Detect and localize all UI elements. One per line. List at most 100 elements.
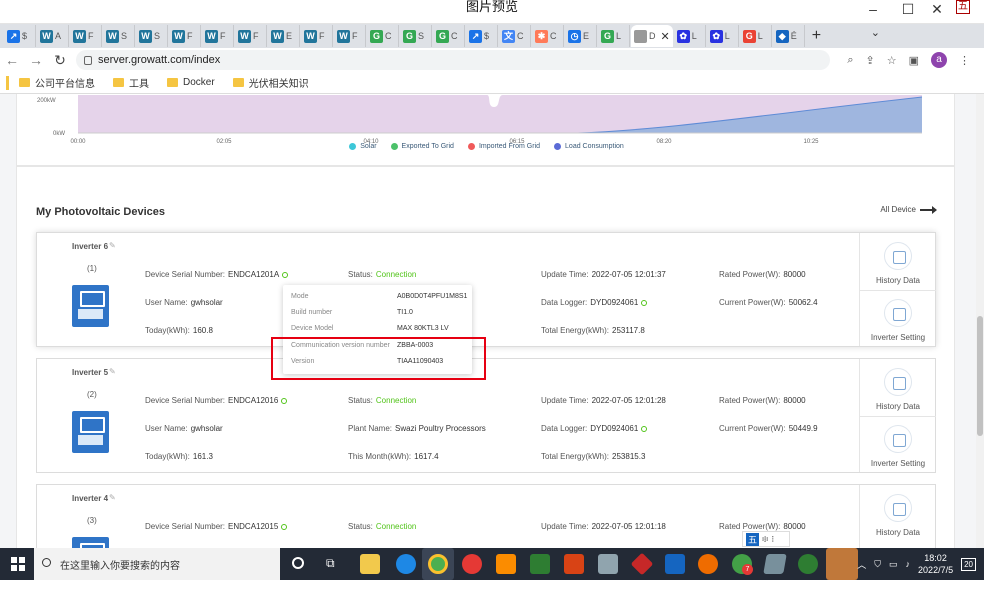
tab-5[interactable]: WF	[169, 25, 201, 47]
bookmark-docker[interactable]: Docker	[167, 77, 215, 88]
close-window-button[interactable]: ✕	[922, 0, 952, 18]
app-bird-icon[interactable]	[698, 554, 718, 574]
action-center-icon[interactable]: 20	[961, 557, 976, 571]
word-icon[interactable]	[665, 554, 685, 574]
bookmark-pv-knowledge[interactable]: 光伏相关知识	[232, 75, 309, 90]
tab-1[interactable]: WA	[37, 25, 69, 47]
wechat-icon[interactable]	[798, 554, 818, 574]
info-icon[interactable]	[281, 397, 288, 404]
security-icon[interactable]: ⛉	[874, 559, 881, 570]
inverter-actions: History Data Inverter Setting	[859, 359, 936, 472]
file-explorer-icon[interactable]	[360, 554, 380, 574]
back-button[interactable]: ←	[0, 52, 24, 68]
url-field[interactable]: server.growatt.com/index	[76, 50, 830, 70]
inverter-card[interactable]: Inverter 5 ✎ (2) Device Serial Number: ENDCA…	[36, 358, 936, 473]
clock[interactable]: 18:02 2022/7/5	[918, 552, 953, 576]
forward-button[interactable]: →	[24, 52, 48, 68]
app-book-icon[interactable]	[763, 554, 787, 574]
page-scrollbar[interactable]	[976, 94, 984, 548]
tab-2[interactable]: WF	[70, 25, 102, 47]
tab-3[interactable]: WS	[103, 25, 135, 47]
network-icon[interactable]: ▭	[889, 559, 898, 570]
reload-button[interactable]: ↻	[48, 52, 72, 69]
ime-indicator[interactable]: 五	[956, 0, 970, 14]
tab-4[interactable]: WS	[136, 25, 168, 47]
inverter-card[interactable]: Inverter 6 ✎ (1) Device Serial Number: ENDCA…	[36, 232, 936, 347]
edge-icon[interactable]	[396, 554, 416, 574]
active-app-slot[interactable]	[826, 548, 858, 580]
edit-icon[interactable]: ✎	[109, 367, 116, 376]
tab-8[interactable]: WE	[268, 25, 300, 47]
tab-0[interactable]: ↗ $	[4, 25, 36, 47]
info-icon[interactable]	[281, 523, 288, 530]
legend-item[interactable]: Imported From Grid	[467, 143, 540, 150]
tab-19[interactable]: D ✕	[631, 25, 673, 47]
inverter-card[interactable]: Inverter 4 ✎ (3) Device Serial Number: ENDCA…	[36, 484, 936, 548]
tab-17[interactable]: ◷ E	[565, 25, 597, 47]
tab-10[interactable]: WF	[334, 25, 366, 47]
edit-icon[interactable]: ✎	[109, 241, 116, 250]
share-icon[interactable]: ⇪	[866, 54, 875, 67]
chevron-up-icon[interactable]: ︿	[857, 558, 866, 571]
info-icon[interactable]	[641, 425, 648, 432]
inverter-name[interactable]: Inverter 5	[72, 368, 108, 377]
inverter-name[interactable]: Inverter 6	[72, 242, 108, 251]
cortana-icon[interactable]	[292, 557, 304, 569]
info-icon[interactable]	[641, 299, 648, 306]
ime-toolbar[interactable]: 五 ፨ ⁝	[742, 531, 790, 547]
calculator-icon[interactable]	[598, 554, 618, 574]
star-icon[interactable]: ☆	[887, 54, 897, 67]
tab-21[interactable]: ✿ L	[707, 25, 739, 47]
bookmark-tools[interactable]: 工具	[113, 75, 149, 90]
legend-item[interactable]: Exported To Grid	[390, 143, 454, 150]
windows-start-icon[interactable]	[11, 557, 25, 571]
history-data-button[interactable]: History Data	[860, 368, 936, 411]
inverter-setting-button[interactable]: Inverter Setting	[860, 299, 936, 342]
powerpoint-icon[interactable]	[564, 554, 584, 574]
app-red-icon[interactable]	[462, 554, 482, 574]
all-device-link[interactable]: All Device	[880, 205, 937, 214]
history-data-button[interactable]: History Data	[860, 242, 936, 285]
history-data-button[interactable]: History Data	[860, 494, 936, 537]
sidepanel-icon[interactable]: ▣	[909, 54, 919, 67]
tab-14[interactable]: ↗ $	[466, 25, 498, 47]
taskbar-search[interactable]: 在这里输入你要搜索的内容	[34, 548, 280, 580]
tab-16[interactable]: ✱ C	[532, 25, 564, 47]
info-icon[interactable]	[282, 271, 289, 278]
today-energy-label: Today(kWh):	[145, 452, 190, 461]
app-orange-icon[interactable]	[496, 554, 516, 574]
legend-item[interactable]: Solar	[349, 143, 377, 150]
tooltip-key: Device Model	[291, 325, 334, 332]
bookmark-company[interactable]: 公司平台信息	[19, 75, 95, 90]
tab-search-chevron-icon[interactable]: ⌄	[871, 26, 880, 39]
tab-18[interactable]: GL	[598, 25, 630, 47]
tab-7[interactable]: WF	[235, 25, 267, 47]
app-diamond-icon[interactable]	[630, 552, 654, 576]
tab-9[interactable]: WF	[301, 25, 333, 47]
excel-icon[interactable]	[530, 554, 550, 574]
maximize-button[interactable]: ☐	[893, 0, 923, 18]
inverter-setting-button[interactable]: Inverter Setting	[860, 425, 936, 468]
edit-icon[interactable]: ✎	[109, 493, 116, 502]
close-tab-icon[interactable]: ✕	[661, 30, 670, 43]
tab-12[interactable]: GS	[400, 25, 432, 47]
minimize-button[interactable]: –	[858, 0, 888, 18]
inverter-name[interactable]: Inverter 4	[72, 494, 108, 503]
volume-icon[interactable]: ♪	[906, 559, 911, 569]
tab-23[interactable]: ◆ É	[773, 25, 805, 47]
legend-item[interactable]: Load Consumption	[554, 143, 624, 150]
tab-15[interactable]: 文C	[499, 25, 531, 47]
legend-dot	[390, 143, 398, 150]
zoom-icon[interactable]: ⌕	[847, 54, 853, 67]
tab-20[interactable]: ✿ L	[674, 25, 706, 47]
tab-22[interactable]: GL	[740, 25, 772, 47]
new-tab-button[interactable]: +	[812, 27, 821, 45]
tab-13[interactable]: GC	[433, 25, 465, 47]
chrome-icon[interactable]	[428, 554, 448, 574]
tab-11[interactable]: GC	[367, 25, 399, 47]
profile-avatar[interactable]: a	[931, 52, 947, 68]
task-view-icon[interactable]: ⧉	[326, 556, 335, 571]
menu-icon[interactable]: ⋮	[959, 54, 970, 67]
tab-6[interactable]: WF	[202, 25, 234, 47]
scroll-thumb[interactable]	[977, 316, 983, 436]
